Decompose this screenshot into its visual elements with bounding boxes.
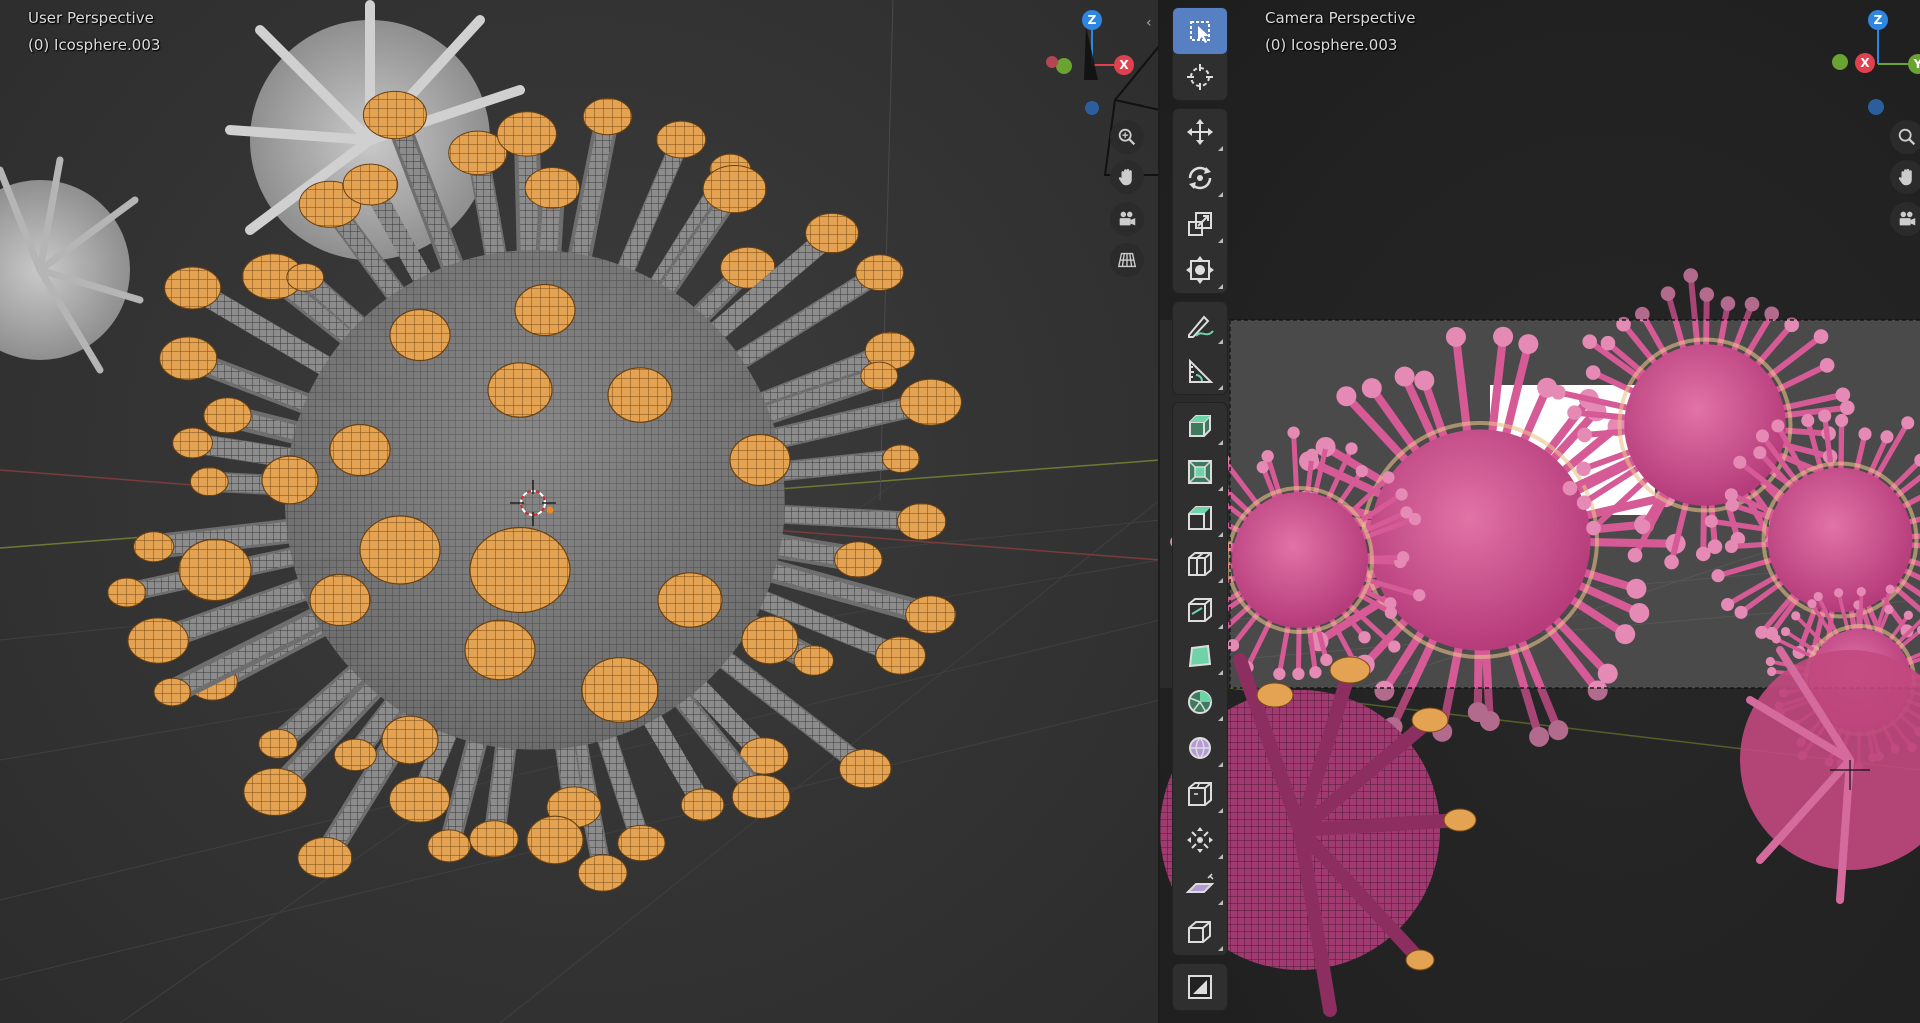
cursor-icon: [1187, 64, 1213, 90]
transform-tool[interactable]: [1173, 247, 1227, 293]
transform-icon: [1186, 256, 1214, 284]
y-axis-neg-icon[interactable]: [1832, 54, 1848, 70]
x-axis-icon[interactable]: X: [1855, 53, 1875, 73]
move-icon: [1187, 119, 1213, 145]
left-viewport-header: User Perspective (0) Icosphere.003: [28, 9, 160, 54]
select-box-tool[interactable]: [1173, 8, 1227, 54]
extrude-icon: [1189, 415, 1211, 437]
tool-shelf: [1173, 8, 1227, 1019]
rip-icon: [1188, 921, 1211, 943]
edge-slide-icon: [1188, 781, 1212, 806]
annotate-tool[interactable]: [1173, 302, 1227, 348]
rotate-tool[interactable]: [1173, 155, 1227, 201]
select-box-icon: [1190, 21, 1210, 43]
cursor-tool[interactable]: [1173, 54, 1227, 100]
shrink-fatten-tool[interactable]: [1173, 817, 1227, 863]
tool-group: [1173, 109, 1227, 293]
z-axis-neg-icon[interactable]: [1085, 101, 1099, 115]
spin-icon: [1188, 690, 1212, 714]
tool-group: [1173, 8, 1227, 100]
tool-group: [1173, 964, 1227, 1010]
measure-tool[interactable]: [1173, 348, 1227, 394]
inset-icon: [1188, 460, 1212, 484]
pan-hand-button[interactable]: [1890, 160, 1920, 194]
z-axis-neg-icon[interactable]: [1868, 99, 1884, 115]
camera-perspective-viewport[interactable]: Camera Perspective (0) Icosphere.003 Z X…: [1160, 0, 1920, 1023]
poly-build-icon: [1188, 644, 1212, 668]
add-cube-tool[interactable]: [1173, 964, 1227, 1010]
annotate-icon: [1188, 315, 1214, 338]
camera-object-wireframe: [1103, 43, 1160, 176]
bevel-icon: [1188, 506, 1212, 530]
y-axis-neg-icon[interactable]: [1056, 58, 1072, 74]
tool-group: [1173, 403, 1227, 955]
smooth-icon: [1189, 737, 1211, 759]
inset-faces-tool[interactable]: [1173, 449, 1227, 495]
add-cube-icon: [1188, 975, 1212, 999]
measure-icon: [1189, 358, 1214, 383]
bevel-tool[interactable]: [1173, 495, 1227, 541]
scale-icon: [1188, 212, 1212, 236]
z-axis-icon[interactable]: Z: [1868, 10, 1888, 30]
user-perspective-viewport[interactable]: User Perspective (0) Icosphere.003 Z X: [0, 0, 1160, 1023]
left-viewport-scene: [0, 0, 1160, 1023]
navigation-gizmo-right[interactable]: Z X Y: [1830, 8, 1920, 118]
tool-group: [1173, 302, 1227, 394]
shear-tool[interactable]: [1173, 863, 1227, 909]
zoom-button[interactable]: [1110, 120, 1144, 154]
viewport-mode-label: User Perspective: [28, 9, 154, 27]
right-viewport-scene: [1160, 0, 1920, 1023]
shear-icon: [1185, 873, 1215, 893]
spin-tool[interactable]: [1173, 679, 1227, 725]
knife-tool[interactable]: [1173, 587, 1227, 633]
rotate-icon: [1188, 166, 1212, 190]
rip-region-tool[interactable]: [1173, 909, 1227, 955]
active-object-label: (0) Icosphere.003: [1265, 36, 1398, 54]
scale-tool[interactable]: [1173, 201, 1227, 247]
x-axis-neg-icon[interactable]: [1046, 56, 1058, 68]
extrude-region-tool[interactable]: [1173, 403, 1227, 449]
perspective-toggle-button[interactable]: [1110, 243, 1144, 277]
background-virus-1: [0, 156, 144, 374]
right-viewport-header: Camera Perspective (0) Icosphere.003: [1265, 9, 1416, 54]
edge-slide-tool[interactable]: [1173, 771, 1227, 817]
shrink-fatten-icon: [1187, 827, 1213, 853]
knife-icon: [1188, 598, 1212, 622]
active-object-label: (0) Icosphere.003: [28, 36, 161, 54]
collapse-toolbar-chevron-icon[interactable]: ‹: [1146, 15, 1152, 31]
pan-hand-button[interactable]: [1110, 160, 1144, 194]
z-axis-icon[interactable]: Z: [1082, 10, 1102, 30]
loop-cut-tool[interactable]: [1173, 541, 1227, 587]
camera-view-button[interactable]: [1110, 202, 1144, 236]
viewport-mode-label: Camera Perspective: [1265, 9, 1416, 27]
loop-cut-icon: [1188, 552, 1212, 576]
zoom-button[interactable]: [1890, 120, 1920, 154]
camera-view-button[interactable]: [1890, 202, 1920, 236]
smooth-tool[interactable]: [1173, 725, 1227, 771]
poly-build-tool[interactable]: [1173, 633, 1227, 679]
move-tool[interactable]: [1173, 109, 1227, 155]
